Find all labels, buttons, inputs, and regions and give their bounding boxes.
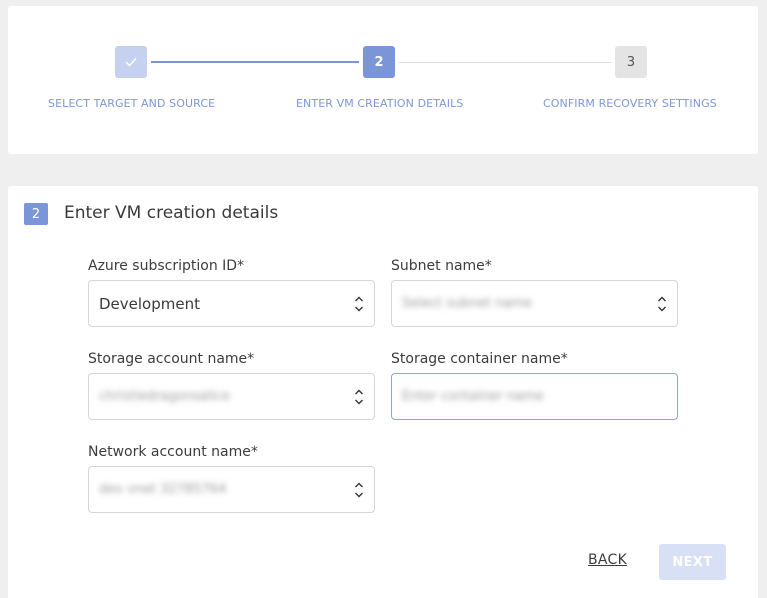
storage-account-label: Storage account name* xyxy=(88,351,255,367)
step-1-check-icon xyxy=(115,46,147,78)
network-account-value: dev vnet 32785764 xyxy=(99,482,227,497)
storage-container-input[interactable] xyxy=(391,373,678,420)
step-2-label[interactable]: ENTER VM CREATION DETAILS xyxy=(296,97,463,110)
step-3-label[interactable]: CONFIRM RECOVERY SETTINGS xyxy=(543,97,717,110)
vm-details-card: 2 Enter VM creation details Azure subscr… xyxy=(8,186,758,598)
back-button[interactable]: BACK xyxy=(588,552,627,568)
select-arrows-icon xyxy=(658,296,666,312)
step-2-number[interactable]: 2 xyxy=(363,46,395,78)
select-arrows-icon xyxy=(355,296,363,312)
azure-subscription-value: Development xyxy=(99,294,200,313)
storage-account-select[interactable]: christiedragonsalice xyxy=(88,373,375,420)
step-connector-2 xyxy=(399,62,611,63)
select-arrows-icon xyxy=(355,389,363,405)
select-arrows-icon xyxy=(355,482,363,498)
storage-container-label: Storage container name* xyxy=(391,351,568,367)
network-account-label: Network account name* xyxy=(88,444,258,460)
subnet-select[interactable]: Select subnet name xyxy=(391,280,678,327)
section-title: Enter VM creation details xyxy=(64,203,279,223)
step-connector-1 xyxy=(151,61,359,63)
next-button[interactable]: NEXT xyxy=(659,544,726,580)
section-number-badge: 2 xyxy=(24,203,48,225)
azure-subscription-select[interactable]: Development xyxy=(88,280,375,327)
network-account-select[interactable]: dev vnet 32785764 xyxy=(88,466,375,513)
subnet-label: Subnet name* xyxy=(391,258,492,274)
stepper-card: 2 3 SELECT TARGET AND SOURCE ENTER VM CR… xyxy=(8,6,758,154)
azure-subscription-label: Azure subscription ID* xyxy=(88,258,245,274)
subnet-value: Select subnet name xyxy=(402,296,532,311)
step-1-label[interactable]: SELECT TARGET AND SOURCE xyxy=(48,97,215,110)
step-3-number[interactable]: 3 xyxy=(615,46,647,78)
storage-account-value: christiedragonsalice xyxy=(99,389,230,404)
